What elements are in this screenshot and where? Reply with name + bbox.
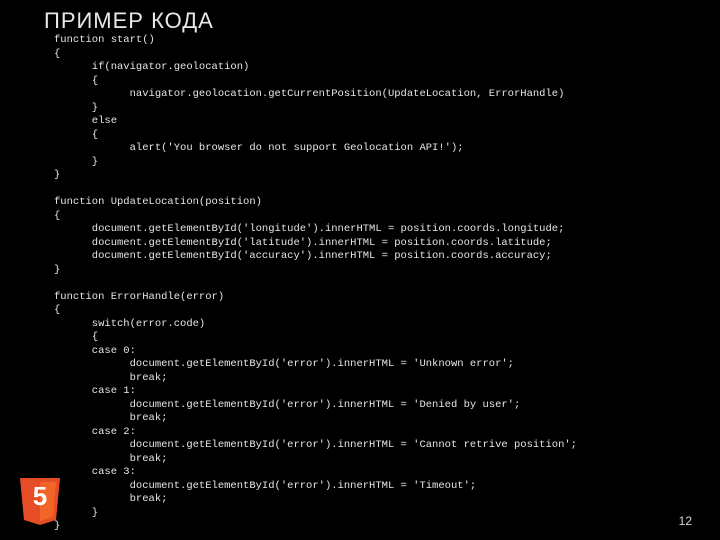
slide: ПРИМЕР КОДА function start() { if(naviga… [0,0,720,540]
slide-title: ПРИМЕР КОДА [44,8,214,34]
html5-logo-icon: 5 [18,476,62,526]
html5-glyph: 5 [18,481,62,512]
page-number: 12 [679,514,692,528]
code-block: function start() { if(navigator.geolocat… [54,34,660,534]
